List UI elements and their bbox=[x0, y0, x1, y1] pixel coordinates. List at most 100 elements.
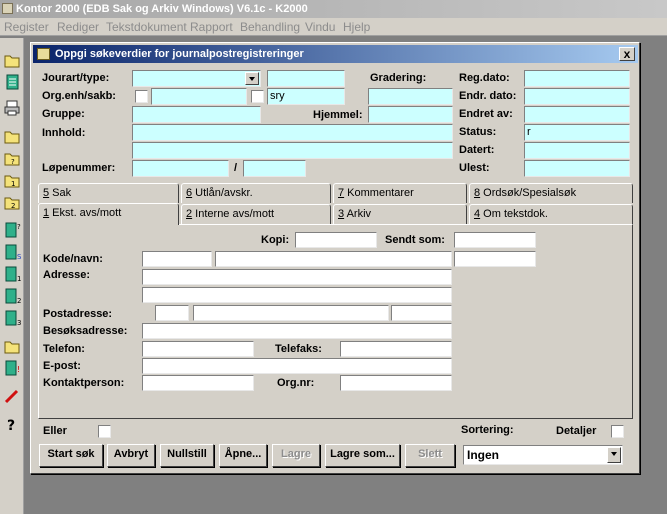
sakb-field[interactable]: sry bbox=[267, 88, 345, 105]
orgnr-label: Org.nr: bbox=[277, 377, 315, 389]
menu-behandling[interactable]: Behandling bbox=[240, 19, 300, 35]
document-2-icon[interactable]: 2 bbox=[2, 286, 22, 306]
lopenummer-year-field[interactable] bbox=[243, 160, 306, 177]
tab-arkiv[interactable]: 3 Arkiv bbox=[333, 204, 467, 224]
menu-hjelp[interactable]: Hjelp bbox=[343, 19, 370, 35]
close-button[interactable]: x bbox=[619, 47, 635, 61]
lagre-som-button[interactable]: Lagre som... bbox=[325, 444, 400, 467]
endretav-field[interactable] bbox=[524, 106, 630, 123]
eller-label: Eller bbox=[43, 425, 67, 437]
tab-interne[interactable]: 2 Interne avs/mott bbox=[181, 204, 331, 224]
search-dialog: Oppgi søkeverdier for journalpostregistr… bbox=[30, 42, 640, 474]
help-icon[interactable]: ? bbox=[2, 414, 22, 434]
detaljer-checkbox[interactable] bbox=[611, 425, 624, 438]
svg-text:2: 2 bbox=[17, 297, 21, 305]
jourart-label: Jourart/type: bbox=[42, 72, 110, 84]
besoksadresse-field[interactable] bbox=[142, 323, 452, 339]
sortering-label: Sortering: bbox=[461, 424, 514, 436]
adresse-field-2[interactable] bbox=[142, 287, 452, 303]
postnr-field[interactable] bbox=[155, 305, 189, 321]
avbryt-button[interactable]: Avbryt bbox=[107, 444, 155, 467]
folder-icon[interactable]: ? bbox=[2, 148, 22, 168]
svg-text:S: S bbox=[17, 253, 22, 261]
innhold-label: Innhold: bbox=[42, 127, 86, 139]
menu-rapport[interactable]: Rapport bbox=[190, 19, 233, 35]
menu-tekstdokument[interactable]: Tekstdokument bbox=[106, 19, 187, 35]
dialog-title-bar: Oppgi søkeverdier for journalpostregistr… bbox=[33, 45, 638, 63]
chevron-down-icon[interactable] bbox=[245, 72, 259, 85]
svg-text:?: ? bbox=[7, 418, 15, 434]
lagre-button[interactable]: Lagre bbox=[272, 444, 320, 467]
kode-navn-label: Kode/navn: bbox=[43, 253, 103, 265]
navn-field[interactable] bbox=[215, 251, 452, 267]
adresse-field-1[interactable] bbox=[142, 269, 452, 285]
start-sok-button[interactable]: Start søk bbox=[39, 444, 103, 467]
chevron-down-icon[interactable] bbox=[607, 447, 621, 463]
kode-field[interactable] bbox=[142, 251, 212, 267]
datert-field[interactable] bbox=[524, 142, 630, 159]
telefaks-field[interactable] bbox=[340, 341, 452, 357]
lopenummer-field[interactable] bbox=[132, 160, 229, 177]
besoksadresse-label: Besøksadresse: bbox=[43, 325, 128, 337]
tab-ordsok[interactable]: 8 Ordsøk/Spesialsøk bbox=[469, 183, 633, 203]
apne-button[interactable]: Åpne... bbox=[219, 444, 267, 467]
kontaktperson-field[interactable] bbox=[142, 375, 254, 391]
slett-button[interactable]: Slett bbox=[405, 444, 455, 467]
ulest-field[interactable] bbox=[524, 160, 630, 177]
endrdato-label: Endr. dato: bbox=[459, 90, 517, 102]
document-s-icon[interactable]: S bbox=[2, 242, 22, 262]
gruppe-field[interactable] bbox=[132, 106, 261, 123]
navn-extra-field[interactable] bbox=[454, 251, 536, 267]
type-field[interactable] bbox=[267, 70, 345, 87]
telefon-field[interactable] bbox=[142, 341, 254, 357]
nullstill-button[interactable]: Nullstill bbox=[160, 444, 214, 467]
document-icon[interactable] bbox=[2, 72, 22, 92]
menu-vindu[interactable]: Vindu bbox=[305, 19, 335, 35]
tab-panel-ekst: Kopi: Sendt som: Kode/navn: Adresse: Pos… bbox=[38, 224, 633, 419]
innhold-field-1[interactable] bbox=[132, 124, 453, 141]
folder-icon[interactable] bbox=[2, 336, 22, 356]
pencil-icon[interactable] bbox=[2, 386, 22, 406]
orgenh-field[interactable] bbox=[151, 88, 247, 105]
printer-icon[interactable] bbox=[2, 98, 22, 118]
status-field[interactable]: r bbox=[524, 124, 630, 141]
folder-icon[interactable]: 2 bbox=[2, 192, 22, 212]
sortering-select[interactable]: Ingen bbox=[463, 445, 623, 465]
document-exclaim-icon[interactable]: ! bbox=[2, 358, 22, 378]
regdato-field[interactable] bbox=[524, 70, 630, 87]
svg-text:?: ? bbox=[11, 158, 15, 166]
document-question-icon[interactable]: ? bbox=[2, 220, 22, 240]
sakb-checkbox[interactable] bbox=[251, 90, 264, 103]
endrdato-field[interactable] bbox=[524, 88, 630, 105]
folder-icon[interactable]: 1 bbox=[2, 170, 22, 190]
menu-register[interactable]: Register bbox=[4, 19, 49, 35]
app-icon bbox=[2, 3, 13, 14]
innhold-field-2[interactable] bbox=[132, 142, 453, 159]
document-3-icon[interactable]: 3 bbox=[2, 308, 22, 328]
hjemmel-field[interactable] bbox=[368, 106, 453, 123]
folder-icon[interactable] bbox=[2, 126, 22, 146]
poststed-field[interactable] bbox=[193, 305, 389, 321]
tab-utlan[interactable]: 6 Utlån/avskr. bbox=[181, 183, 331, 203]
epost-field[interactable] bbox=[142, 358, 452, 374]
land-field[interactable] bbox=[391, 305, 452, 321]
document-1-icon[interactable]: 1 bbox=[2, 264, 22, 284]
jourart-select[interactable] bbox=[132, 70, 261, 87]
orgnr-field[interactable] bbox=[340, 375, 452, 391]
tab-ekst-avs-mott[interactable]: 1 Ekst. avs/mott bbox=[38, 203, 179, 225]
tab-tekstdok[interactable]: 4 Om tekstdok. bbox=[469, 204, 633, 224]
eller-checkbox[interactable] bbox=[98, 425, 111, 438]
sendt-som-field[interactable] bbox=[454, 232, 536, 248]
folder-icon[interactable] bbox=[2, 50, 22, 70]
gradering-field[interactable] bbox=[368, 88, 453, 105]
menu-rediger[interactable]: Rediger bbox=[57, 19, 99, 35]
svg-text:?: ? bbox=[17, 223, 21, 231]
app-title: Kontor 2000 (EDB Sak og Arkiv Windows) V… bbox=[16, 3, 308, 15]
left-toolbar: ? 1 2 ? S 1 2 3 ! ? bbox=[0, 38, 24, 514]
tab-sak[interactable]: 5 Sak bbox=[38, 183, 179, 203]
gradering-label: Gradering: bbox=[370, 72, 427, 84]
tab-kommentarer[interactable]: 7 Kommentarer bbox=[333, 183, 467, 203]
kopi-field[interactable] bbox=[295, 232, 377, 248]
orgenh-checkbox[interactable] bbox=[135, 90, 148, 103]
kontaktperson-label: Kontaktperson: bbox=[43, 377, 125, 389]
